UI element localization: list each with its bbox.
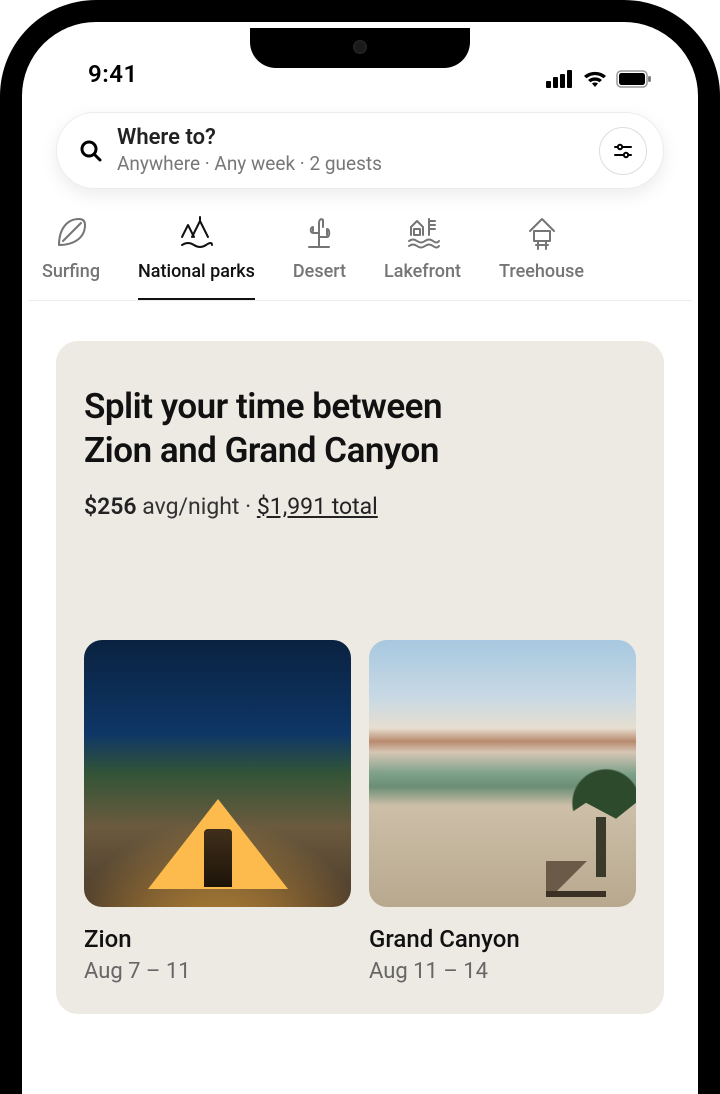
search-subtitle: Anywhere · Any week · 2 guests: [117, 153, 585, 176]
card-title: Split your time between Zion and Grand C…: [84, 385, 636, 473]
tab-label: Lakefront: [384, 261, 461, 282]
status-time: 9:41: [88, 60, 138, 88]
surfing-icon: [53, 215, 89, 251]
treehouse-icon: [524, 215, 560, 251]
search-title: Where to?: [117, 125, 585, 151]
total-price[interactable]: $1,991 total: [257, 493, 378, 520]
card-price-line: $256 avg/night · $1,991 total: [84, 493, 636, 520]
search-icon: [79, 139, 103, 163]
destination-zion[interactable]: Zion Aug 7 – 11: [84, 640, 351, 984]
filter-button[interactable]: [599, 127, 647, 175]
tab-label: Treehouse: [499, 261, 584, 282]
tab-label: National parks: [138, 261, 255, 282]
destination-dates: Aug 11 – 14: [369, 959, 636, 984]
phone-frame: 9:41 Where to? Anywhere · Any week · 2 g…: [0, 0, 720, 1094]
filter-icon: [613, 141, 633, 161]
tab-label: Desert: [293, 261, 346, 282]
split-stay-card[interactable]: Split your time between Zion and Grand C…: [56, 341, 664, 1014]
search-bar[interactable]: Where to? Anywhere · Any week · 2 guests: [56, 112, 664, 189]
tab-label: Surfing: [42, 261, 100, 282]
lakefront-icon: [405, 215, 441, 251]
notch: [250, 28, 470, 68]
desert-icon: [301, 215, 337, 251]
battery-icon: [616, 70, 652, 88]
tab-treehouse[interactable]: Treehouse: [499, 215, 584, 300]
category-tabs: Surfing National parks Desert Lakefront …: [28, 199, 692, 301]
tab-desert[interactable]: Desert: [293, 215, 346, 300]
destination-image: [369, 640, 636, 907]
destination-name: Grand Canyon: [369, 925, 636, 953]
avg-price: $256: [84, 493, 137, 520]
avg-label: avg/night: [142, 493, 239, 520]
tab-surfing[interactable]: Surfing: [42, 215, 100, 300]
cellular-icon: [546, 70, 574, 88]
wifi-icon: [582, 70, 608, 88]
destination-name: Zion: [84, 925, 351, 953]
tab-lakefront[interactable]: Lakefront: [384, 215, 461, 300]
destination-image: [84, 640, 351, 907]
destination-dates: Aug 7 – 11: [84, 959, 351, 984]
destination-grand-canyon[interactable]: Grand Canyon Aug 11 – 14: [369, 640, 636, 984]
status-icons: [546, 70, 652, 88]
tab-national-parks[interactable]: National parks: [138, 215, 255, 300]
national-parks-icon: [178, 215, 214, 251]
